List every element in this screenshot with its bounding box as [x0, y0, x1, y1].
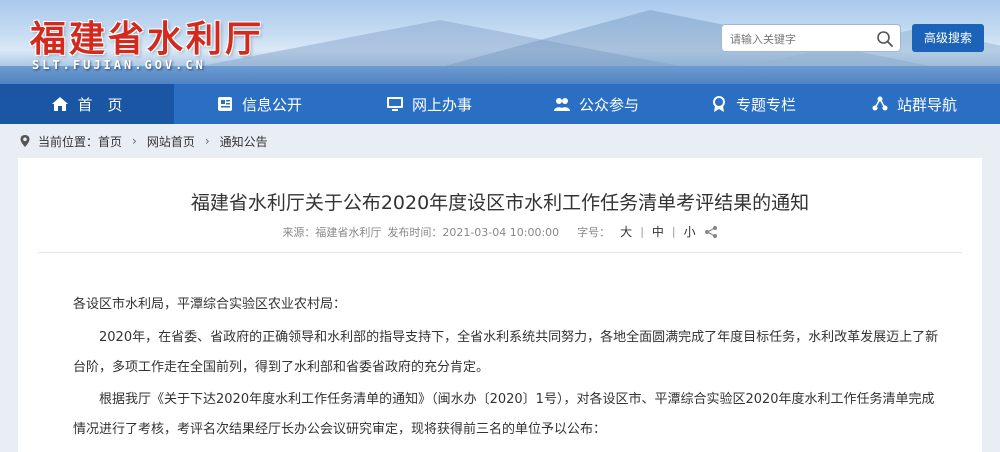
site-domain: SLT.FUJIAN.GOV.CN [32, 58, 206, 72]
location-icon [20, 135, 30, 147]
article-card: 福建省水利厅关于公布2020年度设区市水利工作任务清单考评结果的通知 来源：福建… [18, 158, 982, 452]
article-paragraph: 根据我厅《关于下达2020年度水利工作任务清单的通知》（闽水办〔2020〕1号）… [73, 392, 935, 437]
main-nav: 首 页 信息公开 网上办事 公众参与 专题专栏 站群导航 [0, 84, 1000, 124]
nav-item-info[interactable]: 信息公开 [174, 84, 344, 124]
search-icon[interactable] [876, 30, 894, 48]
nav-item-label: 首 页 [77, 95, 123, 114]
font-size-label: 字号： [577, 225, 611, 239]
nav-item-home[interactable]: 首 页 [0, 84, 174, 124]
people-icon [553, 95, 571, 113]
breadcrumb-prefix: 当前位置： [38, 134, 99, 149]
nav-item-online-service[interactable]: 网上办事 [344, 84, 514, 124]
nav-item-label: 专题专栏 [735, 95, 796, 114]
article-paragraph: 各设区市水利局，平潭综合实验区农业农村局： [73, 297, 347, 312]
divider [38, 252, 962, 253]
article-title: 福建省水利厅关于公布2020年度设区市水利工作任务清单考评结果的通知 [190, 192, 810, 214]
font-size-small-button[interactable]: 小 [684, 223, 696, 240]
nav-item-label: 公众参与 [578, 95, 639, 114]
breadcrumb-separator: › [132, 134, 137, 148]
breadcrumb-separator: › [204, 134, 210, 148]
nav-item-public[interactable]: 公众参与 [514, 84, 678, 124]
font-size-medium-button[interactable]: 中 [652, 223, 664, 240]
nav-item-label: 网上办事 [411, 95, 472, 114]
nav-item-site-group[interactable]: 站群导航 [828, 84, 1000, 124]
breadcrumb: 当前位置： 首页 › 网站首页 › 通知公告 [18, 126, 982, 156]
network-icon [871, 95, 889, 113]
search-input[interactable] [730, 29, 870, 49]
home-icon [51, 95, 69, 113]
nav-item-label: 信息公开 [241, 95, 302, 114]
advanced-search-button[interactable]: 高级搜索 [912, 24, 984, 52]
font-size-large-button[interactable]: 大 [620, 223, 632, 240]
nav-item-topics[interactable]: 专题专栏 [678, 84, 828, 124]
breadcrumb-item-site-home[interactable]: 网站首页 [147, 133, 195, 150]
breadcrumb-item-notices[interactable]: 通知公告 [220, 133, 268, 150]
nav-item-label: 站群导航 [896, 95, 957, 114]
search-box [721, 24, 901, 52]
site-header: 福建省水利厅 SLT.FUJIAN.GOV.CN 高级搜索 [0, 0, 1000, 84]
site-title[interactable]: 福建省水利厅 [30, 10, 264, 62]
badge-icon [710, 95, 728, 113]
article-meta: 来源：福建省水利厅 发布时间：2021-03-04 10:00:00 字号： 大… [18, 223, 982, 240]
article-source: 来源：福建省水利厅 [282, 225, 382, 239]
share-icon[interactable] [704, 225, 718, 239]
info-icon [216, 95, 234, 113]
monitor-icon [386, 95, 404, 113]
breadcrumb-item-home[interactable]: 首页 [98, 133, 122, 150]
article-published: 发布时间：2021-03-04 10:00:00 [387, 225, 560, 239]
article-paragraph: 2020年，在省委、省政府的正确领导和水利部的指导支持下，全省水利系统共同努力，… [73, 330, 939, 375]
